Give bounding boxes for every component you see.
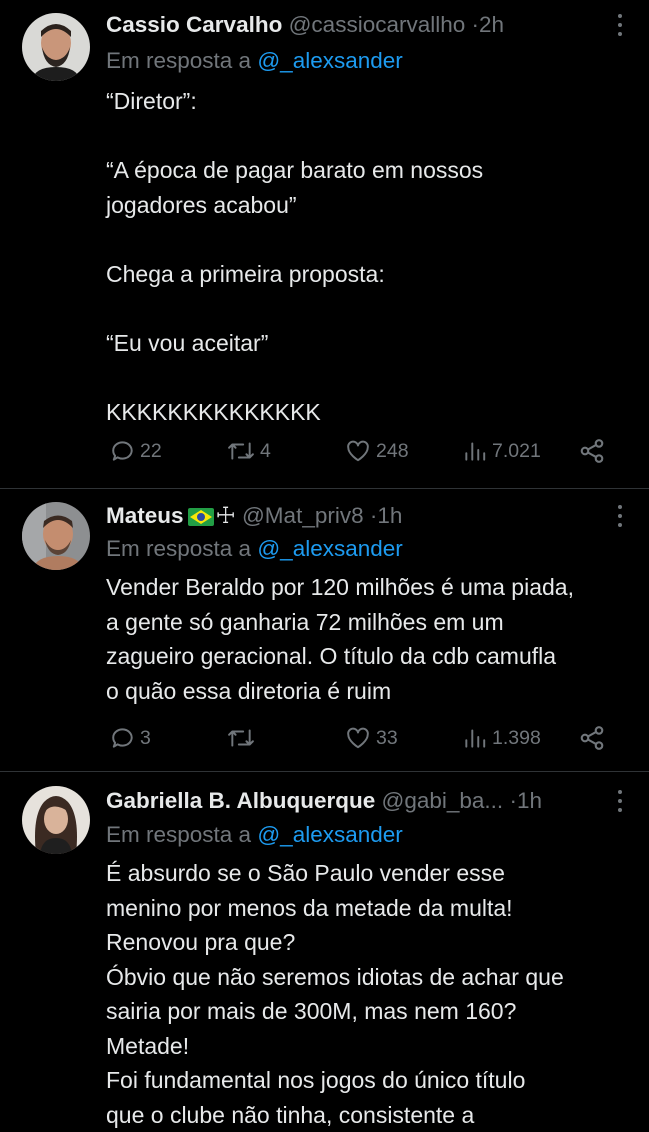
author-handle[interactable]: @gabi_ba... xyxy=(381,788,503,813)
retweet-button[interactable] xyxy=(226,721,260,755)
text-line: Metade! xyxy=(106,1029,636,1064)
views-icon xyxy=(462,725,488,751)
views-count: 7.021 xyxy=(492,440,541,463)
views-button[interactable]: 7.021 xyxy=(462,434,541,468)
like-button[interactable]: 33 xyxy=(344,721,398,755)
text-line: “Diretor”: xyxy=(106,84,636,119)
reply-button[interactable]: 3 xyxy=(110,721,151,755)
text-line: “Eu vou aceitar” xyxy=(106,326,636,361)
share-button[interactable] xyxy=(578,434,606,468)
brazil-flag-icon xyxy=(188,508,214,526)
share-icon xyxy=(578,724,606,752)
text-line: Foi fundamental nos jogos do único títul… xyxy=(106,1063,636,1098)
text-line: “A época de pagar barato em nossos xyxy=(106,153,636,188)
text-line: KKKKKKKKKKKKKK xyxy=(106,395,636,430)
like-count: 33 xyxy=(376,727,398,750)
tweet-text: “Diretor”: “A época de pagar barato em n… xyxy=(106,84,636,429)
text-line: que o clube não tinha, consistente a xyxy=(106,1098,636,1132)
separator-dot: · xyxy=(472,12,480,37)
text-line: Chega a primeira proposta: xyxy=(106,257,636,292)
tweet-header: Gabriella B. Albuquerque @gabi_ba... ·1h xyxy=(106,784,603,818)
tweet-1[interactable]: Cassio Carvalho @cassiocarvallho ·2h Em … xyxy=(0,0,649,488)
author-name[interactable]: Mateus xyxy=(106,503,184,528)
views-icon xyxy=(462,438,488,464)
reply-icon xyxy=(110,725,136,751)
text-line: sairia por mais de 300M, mas nem 160? xyxy=(106,994,636,1029)
text-line: jogadores acabou” xyxy=(106,188,636,223)
like-button[interactable]: 248 xyxy=(344,434,409,468)
retweet-count: 4 xyxy=(260,440,271,463)
retweet-icon xyxy=(226,438,256,464)
retweet-icon xyxy=(226,725,256,751)
views-count: 1.398 xyxy=(492,727,541,750)
reply-handle-link[interactable]: @_alexsander xyxy=(257,822,402,847)
text-line: Renovou pra que? xyxy=(106,925,636,960)
text-line xyxy=(106,360,636,395)
tweet-text: É absurdo se o São Paulo vender esse men… xyxy=(106,856,636,1132)
reply-handle-link[interactable]: @_alexsander xyxy=(257,48,402,73)
tweet-actions: 3 33 1.398 xyxy=(106,721,626,755)
tweet-2[interactable]: Mateus☩ @Mat_priv8 ·1h Em resposta a @_a… xyxy=(0,489,649,771)
text-line: menino por menos da metade da multa! xyxy=(106,891,636,926)
tweet-time[interactable]: 1h xyxy=(517,788,542,813)
text-line xyxy=(106,222,636,257)
avatar[interactable] xyxy=(22,502,90,570)
author-handle[interactable]: @Mat_priv8 xyxy=(242,503,364,528)
text-line xyxy=(106,119,636,154)
separator-dot: · xyxy=(509,788,517,813)
text-line: Óbvio que não seremos idiotas de achar q… xyxy=(106,960,636,995)
name-suffix: ☩ xyxy=(216,503,236,528)
reply-count: 3 xyxy=(140,727,151,750)
tweet-time[interactable]: 1h xyxy=(377,503,402,528)
tweet-header: Cassio Carvalho @cassiocarvallho ·2h xyxy=(106,8,603,42)
share-button[interactable] xyxy=(578,721,606,755)
retweet-button[interactable]: 4 xyxy=(226,434,271,468)
reply-context: Em resposta a @_alexsander xyxy=(106,818,403,852)
more-icon[interactable] xyxy=(609,499,631,533)
reply-prefix: Em resposta a xyxy=(106,48,251,73)
like-icon xyxy=(344,725,372,751)
reply-prefix: Em resposta a xyxy=(106,822,251,847)
more-icon[interactable] xyxy=(609,784,631,818)
reply-context: Em resposta a @_alexsander xyxy=(106,532,403,566)
views-button[interactable]: 1.398 xyxy=(462,721,541,755)
like-icon xyxy=(344,438,372,464)
tweet-actions: 22 4 248 7.021 xyxy=(106,434,626,468)
tweet-time[interactable]: 2h xyxy=(479,12,504,37)
text-line: zagueiro geracional. O título da cdb cam… xyxy=(106,639,636,674)
text-line: É absurdo se o São Paulo vender esse xyxy=(106,856,636,891)
reply-count: 22 xyxy=(140,440,162,463)
author-handle[interactable]: @cassiocarvallho xyxy=(289,12,466,37)
text-line xyxy=(106,291,636,326)
like-count: 248 xyxy=(376,440,409,463)
avatar[interactable] xyxy=(22,786,90,854)
tweet-text: Vender Beraldo por 120 milhões é uma pia… xyxy=(106,570,636,708)
text-line: o quão essa diretoria é ruim xyxy=(106,674,636,709)
reply-prefix: Em resposta a xyxy=(106,536,251,561)
author-name[interactable]: Gabriella B. Albuquerque xyxy=(106,788,375,813)
reply-handle-link[interactable]: @_alexsander xyxy=(257,536,402,561)
more-icon[interactable] xyxy=(609,8,631,42)
text-line: Vender Beraldo por 120 milhões é uma pia… xyxy=(106,570,636,605)
text-line: a gente só ganharia 72 milhões em um xyxy=(106,605,636,640)
reply-context: Em resposta a @_alexsander xyxy=(106,44,403,78)
tweet-header: Mateus☩ @Mat_priv8 ·1h xyxy=(106,499,603,533)
share-icon xyxy=(578,437,606,465)
reply-icon xyxy=(110,438,136,464)
avatar[interactable] xyxy=(22,13,90,81)
reply-button[interactable]: 22 xyxy=(110,434,162,468)
tweet-3[interactable]: Gabriella B. Albuquerque @gabi_ba... ·1h… xyxy=(0,772,649,1124)
author-name[interactable]: Cassio Carvalho xyxy=(106,12,282,37)
